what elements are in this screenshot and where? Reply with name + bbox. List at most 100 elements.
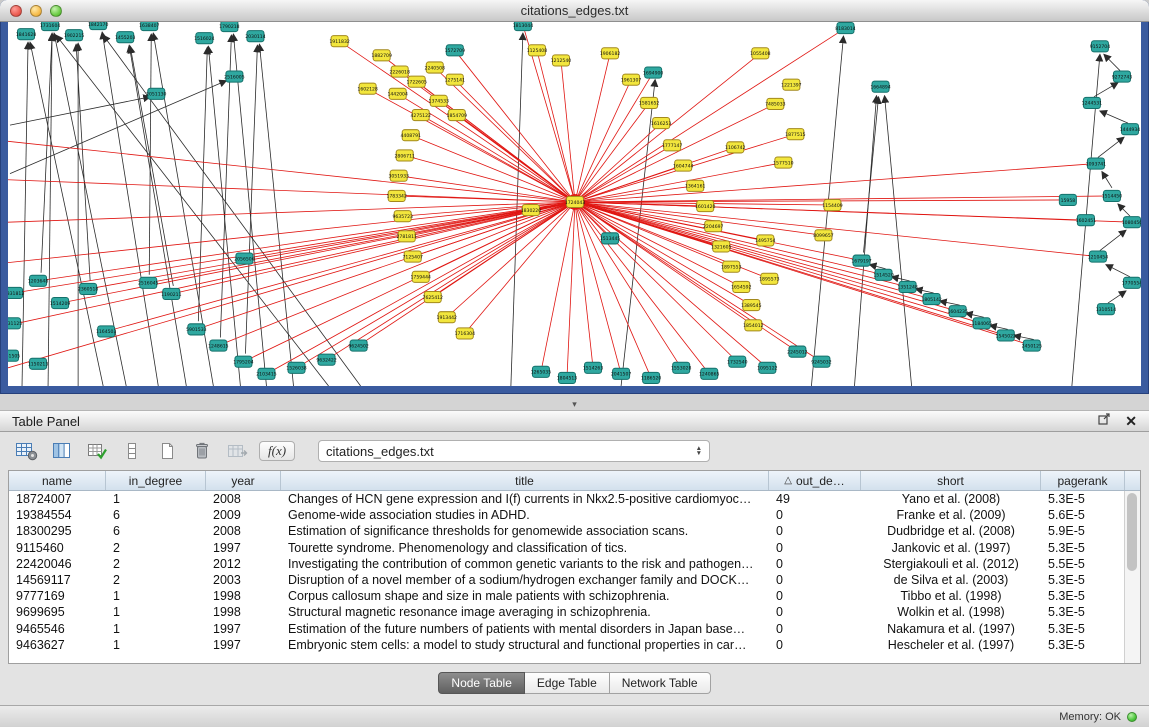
graph-node[interactable]: 1731604 bbox=[40, 22, 60, 31]
graph-node[interactable]: 2245012 bbox=[787, 346, 808, 357]
graph-node[interactable]: 1877515 bbox=[785, 129, 805, 140]
graph-node[interactable]: 1601420 bbox=[695, 200, 715, 211]
graph-node[interactable]: 9272743 bbox=[1112, 71, 1133, 82]
graph-node[interactable]: 1364161 bbox=[685, 180, 706, 191]
graph-node[interactable]: 1455203 bbox=[115, 32, 135, 43]
graph-node[interactable]: 1248615 bbox=[208, 340, 228, 351]
graph-node[interactable]: 1830220 bbox=[521, 205, 542, 216]
graph-node[interactable]: 1679197 bbox=[851, 255, 872, 266]
graph-node[interactable]: 1577510 bbox=[773, 157, 793, 168]
graph-node[interactable]: 15958 bbox=[1059, 194, 1076, 205]
graph-node[interactable]: 1902215 bbox=[64, 30, 84, 41]
scrollbar-thumb[interactable] bbox=[1127, 493, 1137, 571]
zoom-window-button[interactable] bbox=[50, 5, 62, 17]
graph-node[interactable]: 1694900 bbox=[643, 67, 663, 78]
graph-node[interactable]: 1882709 bbox=[371, 50, 391, 61]
graph-node[interactable]: 1221397 bbox=[781, 79, 802, 90]
graph-node[interactable]: 1513445 bbox=[600, 233, 620, 244]
graph-node[interactable]: 1125408 bbox=[527, 45, 548, 56]
graph-node[interactable]: 1770554 bbox=[1122, 277, 1141, 288]
graph-node[interactable]: 1545022 bbox=[996, 330, 1016, 341]
table-row[interactable]: 977716911998Corpus callosum shape and si… bbox=[9, 588, 1125, 604]
new-table-button[interactable] bbox=[154, 439, 180, 463]
tab-edge-table[interactable]: Edge Table bbox=[525, 672, 610, 694]
graph-node[interactable]: 1795204 bbox=[233, 356, 253, 367]
graph-node[interactable]: 1854012 bbox=[743, 320, 764, 331]
table-row[interactable]: 946362711997Embryonic stem cells: a mode… bbox=[9, 637, 1125, 653]
close-panel-icon[interactable]: ✕ bbox=[1125, 413, 1137, 430]
graph-node[interactable]: 2030114 bbox=[245, 31, 265, 42]
graph-node[interactable]: 2516045 bbox=[138, 277, 158, 288]
graph-node[interactable]: 1895573 bbox=[759, 273, 779, 284]
graph-node[interactable]: 1724043 bbox=[565, 196, 586, 207]
column-header-name[interactable]: name bbox=[9, 471, 106, 490]
graph-node[interactable]: 2103415 bbox=[256, 368, 276, 379]
graph-node[interactable]: 7485033 bbox=[765, 98, 785, 109]
graph-node[interactable]: 1961307 bbox=[621, 74, 642, 85]
graph-node[interactable]: 1514263 bbox=[583, 362, 604, 373]
delete-table-button[interactable] bbox=[189, 439, 215, 463]
graph-node[interactable]: 1854709 bbox=[447, 109, 468, 120]
graph-node[interactable]: 9245032 bbox=[811, 356, 831, 367]
graph-node[interactable]: 2226018 bbox=[389, 66, 409, 77]
select-all-button[interactable] bbox=[84, 439, 110, 463]
graph-node[interactable]: 1055408 bbox=[750, 48, 771, 59]
graph-node[interactable]: 1212540 bbox=[551, 55, 572, 66]
graph-node[interactable]: 1553028 bbox=[671, 362, 691, 373]
graph-node[interactable]: 1716304 bbox=[455, 328, 476, 339]
column-header-pagerank[interactable]: pagerank bbox=[1041, 471, 1125, 490]
graph-node[interactable]: 2516005 bbox=[224, 71, 244, 82]
graph-node[interactable]: 1184065 bbox=[972, 318, 993, 329]
column-header-title[interactable]: title bbox=[281, 471, 769, 490]
graph-node[interactable]: 1572709 bbox=[445, 45, 465, 56]
graph-node[interactable]: 1093741 bbox=[1086, 158, 1107, 169]
graph-node[interactable]: 1842170 bbox=[88, 22, 108, 30]
graph-node[interactable]: 8099657 bbox=[813, 230, 834, 241]
graph-node[interactable]: 1244531 bbox=[1082, 97, 1103, 108]
panel-resize-handle[interactable]: ▾ bbox=[0, 394, 1149, 410]
graph-node[interactable]: 1514209 bbox=[50, 298, 70, 309]
graph-node[interactable]: 9331812 bbox=[8, 287, 24, 298]
table-row[interactable]: 1830029562008Estimation of significance … bbox=[9, 523, 1125, 539]
column-header-short[interactable]: short bbox=[861, 471, 1041, 490]
graph-node[interactable]: 1604235 bbox=[947, 306, 967, 317]
graph-node[interactable]: 5901533 bbox=[186, 324, 206, 335]
graph-node[interactable]: 1813044 bbox=[513, 22, 534, 31]
graph-node[interactable]: 1240865 bbox=[699, 368, 720, 379]
graph-node[interactable]: 1265035 bbox=[531, 366, 551, 377]
graph-node[interactable]: 1203648 bbox=[28, 275, 48, 286]
graph-node[interactable]: 7125407 bbox=[402, 251, 423, 262]
table-row[interactable]: 1938455462009Genome-wide association stu… bbox=[9, 507, 1125, 523]
graph-node[interactable]: 1913442 bbox=[437, 312, 458, 323]
graph-node[interactable]: 9624502 bbox=[348, 340, 369, 351]
table-row[interactable]: 969969511998Structural magnetic resonanc… bbox=[9, 604, 1125, 620]
column-header-in_degree[interactable]: in_degree bbox=[106, 471, 206, 490]
graph-node[interactable]: 1906182 bbox=[600, 48, 620, 59]
close-window-button[interactable] bbox=[10, 5, 22, 17]
graph-node[interactable]: 1106742 bbox=[725, 142, 745, 153]
graph-node[interactable]: 1581652 bbox=[639, 97, 659, 108]
graph-node[interactable]: 1805142 bbox=[921, 293, 942, 304]
graph-node[interactable]: 1783342 bbox=[386, 190, 406, 201]
graph-node[interactable]: 3051933 bbox=[388, 170, 408, 181]
graph-node[interactable]: 1722605 bbox=[407, 76, 427, 87]
float-panel-icon[interactable] bbox=[1098, 412, 1111, 430]
graph-node[interactable]: 1154409 bbox=[822, 199, 842, 210]
table-select-dropdown[interactable]: citations_edges.txt ▲ ▼ bbox=[318, 440, 710, 462]
graph-node[interactable]: 9051505 bbox=[8, 350, 20, 361]
graph-node[interactable]: 1790218 bbox=[219, 22, 239, 32]
graph-node[interactable]: 1526038 bbox=[286, 362, 307, 373]
graph-node[interactable]: 1186520 bbox=[641, 372, 662, 383]
table-options-button[interactable] bbox=[14, 439, 40, 463]
graph-node[interactable]: 1602451 bbox=[1076, 215, 1097, 226]
graph-node[interactable]: 1604744 bbox=[673, 160, 694, 171]
graph-node[interactable]: 1759444 bbox=[411, 271, 432, 282]
show-columns-button[interactable] bbox=[49, 439, 75, 463]
graph-node[interactable]: 1654592 bbox=[731, 281, 752, 292]
graph-node[interactable]: 1210454 bbox=[1088, 251, 1109, 262]
graph-node[interactable]: 9632422 bbox=[316, 354, 336, 365]
graph-node[interactable]: 2806711 bbox=[394, 150, 415, 161]
table-row[interactable]: 1456911722003Disruption of a novel membe… bbox=[9, 572, 1125, 588]
graph-node[interactable]: 1351248 bbox=[897, 281, 918, 292]
graph-node[interactable]: 1897553 bbox=[721, 261, 741, 272]
